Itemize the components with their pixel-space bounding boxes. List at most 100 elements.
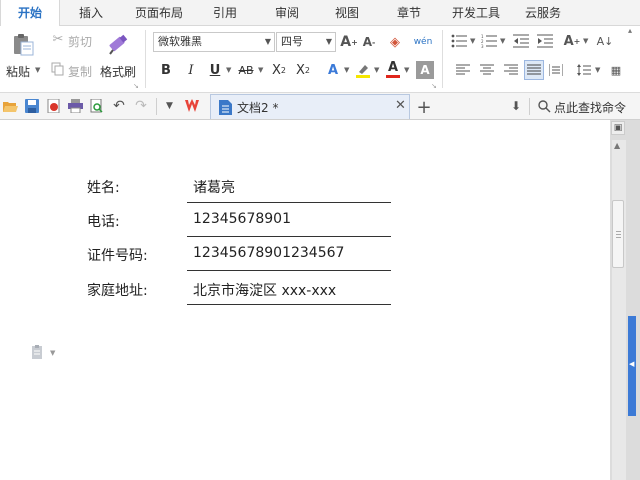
new-tab-icon[interactable]: + xyxy=(414,97,434,118)
distributed-align-icon[interactable] xyxy=(548,62,564,78)
scrollbar-thumb[interactable] xyxy=(612,200,624,268)
chevron-down-icon[interactable]: ▼ xyxy=(344,66,349,74)
subscript-icon[interactable]: X2 xyxy=(294,61,312,79)
chevron-down-icon[interactable]: ▼ xyxy=(500,37,505,45)
font-launcher-icon[interactable]: ↘ xyxy=(431,82,437,90)
bold-icon[interactable]: B xyxy=(158,61,174,79)
align-left-icon[interactable] xyxy=(455,62,471,78)
divider xyxy=(529,98,530,115)
format-painter-icon[interactable] xyxy=(106,31,132,57)
copy-label[interactable]: 复制 xyxy=(68,63,92,80)
bullet-list-icon[interactable] xyxy=(450,32,468,50)
text-effect-icon[interactable]: A xyxy=(324,61,342,79)
paste-label[interactable]: 粘贴 xyxy=(6,63,30,80)
undo-icon[interactable]: ↶ xyxy=(111,98,127,114)
id-number-underline xyxy=(187,270,391,271)
close-icon[interactable]: ✕ xyxy=(395,98,406,113)
document-tab-title: 文档2 * xyxy=(237,101,279,115)
tab-chapter[interactable]: 章节 xyxy=(382,0,436,26)
copy-icon[interactable] xyxy=(50,61,66,77)
font-size-value: 四号 xyxy=(281,35,303,48)
tab-insert[interactable]: 插入 xyxy=(64,0,118,26)
redo-icon[interactable]: ↷ xyxy=(133,98,149,114)
name-label: 姓名: xyxy=(87,180,120,196)
char-shading-icon[interactable]: A xyxy=(416,61,434,79)
customize-dropdown-icon[interactable]: ▼ xyxy=(166,101,173,111)
align-right-icon[interactable] xyxy=(503,62,519,78)
decrease-font-icon[interactable]: A- xyxy=(360,32,378,52)
phone-underline xyxy=(187,236,391,237)
font-size-select[interactable]: 四号 ▼ xyxy=(276,32,336,52)
superscript-icon[interactable]: X2 xyxy=(270,61,288,79)
highlight-icon[interactable] xyxy=(354,61,372,79)
numbered-list-icon[interactable]: 123 xyxy=(480,32,498,50)
paste-options-icon[interactable] xyxy=(30,344,46,360)
command-search-label[interactable]: 点此查找命令 xyxy=(554,99,626,116)
shading-icon[interactable]: ▦ xyxy=(608,62,624,78)
cut-icon[interactable]: ✂ xyxy=(50,31,66,47)
phonetic-guide-icon[interactable]: wén xyxy=(410,32,436,52)
tab-cloud[interactable]: 云服务 xyxy=(514,0,572,26)
search-icon[interactable] xyxy=(536,98,552,114)
chevron-down-icon[interactable]: ▼ xyxy=(226,66,231,74)
justify-icon[interactable] xyxy=(524,60,544,80)
increase-font-icon[interactable]: A + xyxy=(340,32,358,52)
document-canvas[interactable]: 姓名: 诸葛亮 电话: 12345678901 证件号码: 1234567890… xyxy=(0,120,610,480)
chevron-down-icon[interactable]: ▼ xyxy=(595,66,600,74)
chevron-down-icon[interactable]: ▼ xyxy=(374,66,379,74)
format-painter-label[interactable]: 格式刷 xyxy=(100,63,136,80)
underline-icon[interactable]: U xyxy=(207,61,223,79)
font-family-value: 微软雅黑 xyxy=(158,35,202,48)
divider xyxy=(442,30,443,88)
wps-logo-icon[interactable] xyxy=(184,97,206,115)
print-icon[interactable] xyxy=(67,98,83,114)
font-family-select[interactable]: 微软雅黑 ▼ xyxy=(153,32,275,52)
phone-value[interactable]: 12345678901 xyxy=(193,211,291,227)
clipboard-launcher-icon[interactable]: ↘ xyxy=(133,82,139,90)
home-address-label: 家庭地址: xyxy=(87,283,148,299)
chevron-down-icon: ▼ xyxy=(325,37,332,46)
chevron-down-icon: ▼ xyxy=(264,37,271,46)
divider xyxy=(145,30,146,88)
menu-bar: 开始 插入 页面布局 引用 审阅 视图 章节 开发工具 云服务 xyxy=(0,0,640,27)
font-color-icon[interactable]: A xyxy=(384,59,402,79)
italic-icon[interactable]: I xyxy=(183,61,199,79)
tab-references[interactable]: 引用 xyxy=(198,0,252,26)
export-pdf-icon[interactable] xyxy=(46,98,62,114)
clear-format-icon[interactable]: ◈ xyxy=(386,32,404,52)
ribbon-collapse-icon[interactable]: ▴ xyxy=(628,26,632,35)
decrease-indent-icon[interactable] xyxy=(512,32,530,50)
line-spacing-icon[interactable] xyxy=(576,62,592,78)
paste-icon[interactable] xyxy=(8,31,38,59)
home-address-value[interactable]: 北京市海淀区 xxx-xxx xyxy=(193,280,336,300)
chevron-down-icon[interactable]: ▼ xyxy=(470,37,475,45)
cut-label[interactable]: 剪切 xyxy=(68,33,92,50)
increase-indent-icon[interactable] xyxy=(536,32,554,50)
chevron-down-icon[interactable]: ▼ xyxy=(583,37,588,45)
tab-page-layout[interactable]: 页面布局 xyxy=(124,0,194,26)
scroll-up-icon[interactable]: ▲ xyxy=(614,141,620,150)
tab-developer[interactable]: 开发工具 xyxy=(446,0,506,26)
name-value[interactable]: 诸葛亮 xyxy=(193,177,235,197)
chevron-down-icon[interactable]: ▼ xyxy=(50,349,55,357)
sort-icon[interactable]: A↓ xyxy=(596,32,614,50)
change-case-icon[interactable]: A + xyxy=(562,32,582,50)
tab-review[interactable]: 审阅 xyxy=(260,0,314,26)
pin-toolbar-icon[interactable]: ⬇ xyxy=(508,98,524,114)
id-number-value[interactable]: 12345678901234567 xyxy=(193,245,344,261)
open-folder-icon[interactable] xyxy=(2,98,18,114)
document-tab[interactable]: 文档2 * ✕ xyxy=(210,94,410,119)
chevron-down-icon[interactable]: ▼ xyxy=(258,66,263,74)
align-center-icon[interactable] xyxy=(479,62,495,78)
vertical-scrollbar[interactable] xyxy=(612,140,626,480)
tab-home[interactable]: 开始 xyxy=(0,0,60,27)
print-preview-icon[interactable] xyxy=(89,98,105,114)
strikethrough-icon[interactable]: AB xyxy=(236,61,256,79)
side-panel-handle[interactable]: ◀ xyxy=(628,316,636,416)
paste-dropdown-icon[interactable]: ▼ xyxy=(35,66,40,74)
chevron-left-icon: ◀ xyxy=(629,360,635,368)
chevron-down-icon[interactable]: ▼ xyxy=(404,66,409,74)
tab-view[interactable]: 视图 xyxy=(320,0,374,26)
save-icon[interactable] xyxy=(24,98,40,114)
view-toggle-icon[interactable]: ▣ xyxy=(611,121,625,135)
